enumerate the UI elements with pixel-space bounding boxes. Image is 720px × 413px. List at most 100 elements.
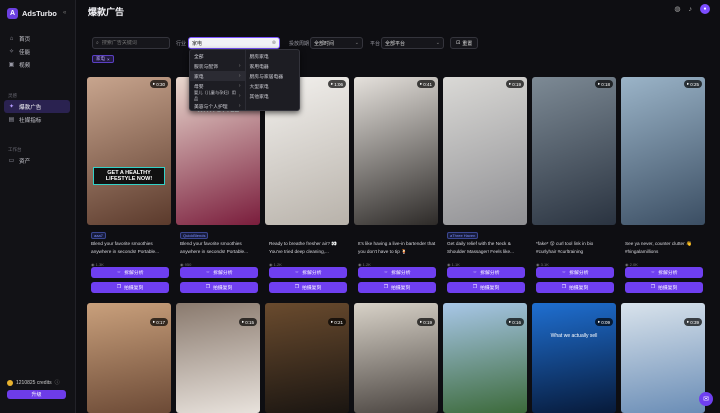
dropdown-subitem[interactable]: 家用电器 [246, 61, 300, 71]
dropdown-item[interactable]: 婴儿（儿童与孕妇）用品 › [190, 90, 245, 101]
brand-tag[interactable]: QuickBlends [180, 232, 209, 239]
close-icon[interactable]: × [107, 57, 110, 62]
swap-icon: ⇔ [116, 270, 122, 275]
page-title: 爆款广告 [88, 7, 125, 17]
replicate-button[interactable]: ❐ 拍摄复刻 [269, 282, 347, 293]
analyze-button[interactable]: ⇔ 拆解分析 [180, 267, 258, 278]
ad-card[interactable]: ▸ 0:18 *fake* 😮 curl tool link in bio #cur… [532, 77, 616, 293]
analyze-button[interactable]: ⇔ 拆解分析 [358, 267, 436, 278]
ad-description: Get daily relief with the Neck & Shoulde… [447, 241, 514, 254]
collapse-sidebar-icon[interactable]: « [63, 10, 66, 16]
time-select[interactable]: 全部时间 ⌄ [310, 37, 363, 49]
replicate-button[interactable]: ❐ 拍摄复刻 [536, 282, 614, 293]
replicate-button[interactable]: ❐ 拍摄复刻 [447, 282, 525, 293]
dropdown-subitem[interactable]: 大型家电 [246, 81, 300, 91]
replicate-button[interactable]: ❐ 拍摄复刻 [358, 282, 436, 293]
time-label: 投放周期 [289, 41, 310, 47]
analyze-button[interactable]: ⇔ 拆解分析 [91, 267, 169, 278]
replicate-button[interactable]: ❐ 拍摄复刻 [180, 282, 258, 293]
duration-badge: ▸ 0:09 [594, 318, 613, 326]
chevron-right-icon: › [238, 83, 241, 89]
brand[interactable]: A AdsTurbo [7, 8, 57, 19]
active-filter-chip[interactable]: 家电 × [92, 55, 114, 63]
dropdown-item-selected[interactable]: 家电 › [190, 71, 245, 81]
dropdown-item[interactable]: 美容与个人护理 › [190, 101, 245, 111]
upgrade-button[interactable]: 升级 [7, 390, 66, 399]
duration-badge: ▸ 0:17 [149, 318, 168, 326]
swap-icon: ⇔ [294, 270, 300, 275]
industry-dropdown: 全部 服装与配饰 › 家电 › 母婴 › 婴儿（儿童与孕妇）用品 › 美容与个人护理 › … [189, 49, 300, 111]
ad-thumbnail[interactable]: ▸ 0:09 What we actually sell [532, 303, 616, 413]
play-icon: ▸ [419, 319, 423, 324]
ad-card[interactable]: ▸ 0:30 GET A HEALTHY LIFESTYLE NOW! aaa7 Ble… [87, 77, 171, 293]
ad-card[interactable]: ▸ 0:19 aThree Haven Get daily relief with t… [443, 77, 527, 293]
analyze-button[interactable]: ⇔ 拆解分析 [447, 267, 525, 278]
ad-thumbnail[interactable]: ▸ 0:16 [443, 303, 527, 413]
swap-icon: ⇔ [383, 270, 389, 275]
duration-badge: ▸ 0:21 [327, 318, 346, 326]
play-icon: ▸ [597, 319, 601, 324]
brand-name: AdsTurbo [22, 9, 57, 18]
sidebar-item-viral-ads[interactable]: ✦ 爆款广告 [4, 100, 70, 113]
analyze-button[interactable]: ⇔ 拆解分析 [536, 267, 614, 278]
ad-thumbnail[interactable]: ▸ 0:19 [443, 77, 527, 225]
avatar[interactable]: ● [700, 4, 710, 14]
copy-icon: ❐ [205, 285, 211, 290]
chevron-right-icon: › [238, 93, 241, 99]
ad-thumbnail[interactable]: ▸ 0:41 [354, 77, 438, 225]
nav-group-label: 工作台 [8, 146, 22, 152]
duration-badge: ▸ 0:15 [238, 318, 257, 326]
ad-card[interactable]: ▸ 0:41 It's like having a live-in bartende… [354, 77, 438, 293]
swap-icon: ⇔ [561, 270, 567, 275]
search-input[interactable] [101, 40, 162, 46]
ad-thumbnail[interactable]: ▸ 0:15 [176, 303, 260, 413]
dropdown-subitem[interactable]: 其他家电 [246, 91, 300, 101]
globe-icon[interactable]: ◍ [674, 5, 680, 13]
credits-text: 1210825 credits [16, 379, 52, 386]
ad-thumbnail[interactable]: ▸ 0:19 [354, 303, 438, 413]
sidebar-item-canon[interactable]: ✧ 佳能 [4, 45, 70, 58]
dropdown-subitem[interactable]: 厨房与家居电器 [246, 71, 300, 81]
reset-button[interactable]: ⊡ 重置 [450, 37, 479, 49]
sidebar-item-video[interactable]: ▣ 视频 [4, 58, 70, 71]
nav-workspace: 工作台 ▭ 资产 [4, 145, 70, 167]
ad-thumbnail[interactable]: ▸ 0:30 GET A HEALTHY LIFESTYLE NOW! [87, 77, 171, 225]
duration-badge: ▸ 0:16 [505, 318, 524, 326]
search-box[interactable]: ⌕ [92, 37, 170, 49]
dropdown-subitem[interactable]: 厨房家电 [246, 51, 300, 61]
replicate-button[interactable]: ❐ 拍摄复刻 [91, 282, 169, 293]
replicate-button[interactable]: ❐ 拍摄复刻 [625, 282, 703, 293]
sidebar-item-social-metrics[interactable]: ▤ 社媒指标 [4, 113, 70, 126]
brand-tag[interactable]: aThree Haven [447, 232, 479, 239]
dropdown-item[interactable]: 全部 [190, 51, 245, 61]
ad-thumbnail[interactable]: ▸ 0:17 [87, 303, 171, 413]
ad-thumbnail[interactable]: ▸ 0:18 [532, 77, 616, 225]
play-icon: ▸ [508, 81, 512, 86]
fire-icon: ✦ [8, 104, 15, 110]
filter-bar: ⌕ 行业 家电 ⊗ 投放周期 全部时间 ⌄ 平台 全部平台 ⌄ ⊡ 重置 [92, 37, 492, 49]
copy-icon: ❐ [116, 285, 122, 290]
sidebar-item-assets[interactable]: ▭ 资产 [4, 154, 70, 167]
chat-support-icon[interactable]: ✉ [699, 392, 713, 406]
industry-select[interactable]: 家电 ⊗ [188, 37, 280, 49]
video-overlay-text: GET A HEALTHY LIFESTYLE NOW! [93, 167, 165, 185]
ad-description: Blend your favorite smoothies anywhere i… [91, 241, 160, 254]
duration-badge: ▸ 0:25 [683, 80, 702, 88]
info-icon[interactable]: ⓘ [55, 379, 60, 386]
analyze-button[interactable]: ⇔ 拆解分析 [269, 267, 347, 278]
folder-icon: ▭ [8, 158, 15, 164]
ad-thumbnail[interactable]: ▸ 0:25 [621, 77, 705, 225]
sidebar-item-home[interactable]: ⌂ 首页 [4, 32, 70, 45]
ad-description: Ready to breathe fresher air? 👀 You've t… [269, 241, 338, 254]
ad-card[interactable]: ▸ 0:25 See ya never, counter clutter 👋 #hi… [621, 77, 705, 293]
bell-icon[interactable]: ♪ [689, 6, 693, 13]
dropdown-item[interactable]: 服装与配饰 › [190, 61, 245, 71]
brand-tag[interactable]: aaa7 [91, 232, 106, 239]
ad-thumbnail[interactable]: ▸ 0:21 [265, 303, 349, 413]
analyze-button[interactable]: ⇔ 拆解分析 [625, 267, 703, 278]
ad-thumbnail[interactable]: ▸ 0:39 [621, 303, 705, 413]
copy-icon: ❐ [650, 285, 656, 290]
video-icon: ▣ [8, 62, 15, 68]
clear-icon[interactable]: ⊗ [272, 40, 276, 46]
platform-select[interactable]: 全部平台 ⌄ [381, 37, 444, 49]
